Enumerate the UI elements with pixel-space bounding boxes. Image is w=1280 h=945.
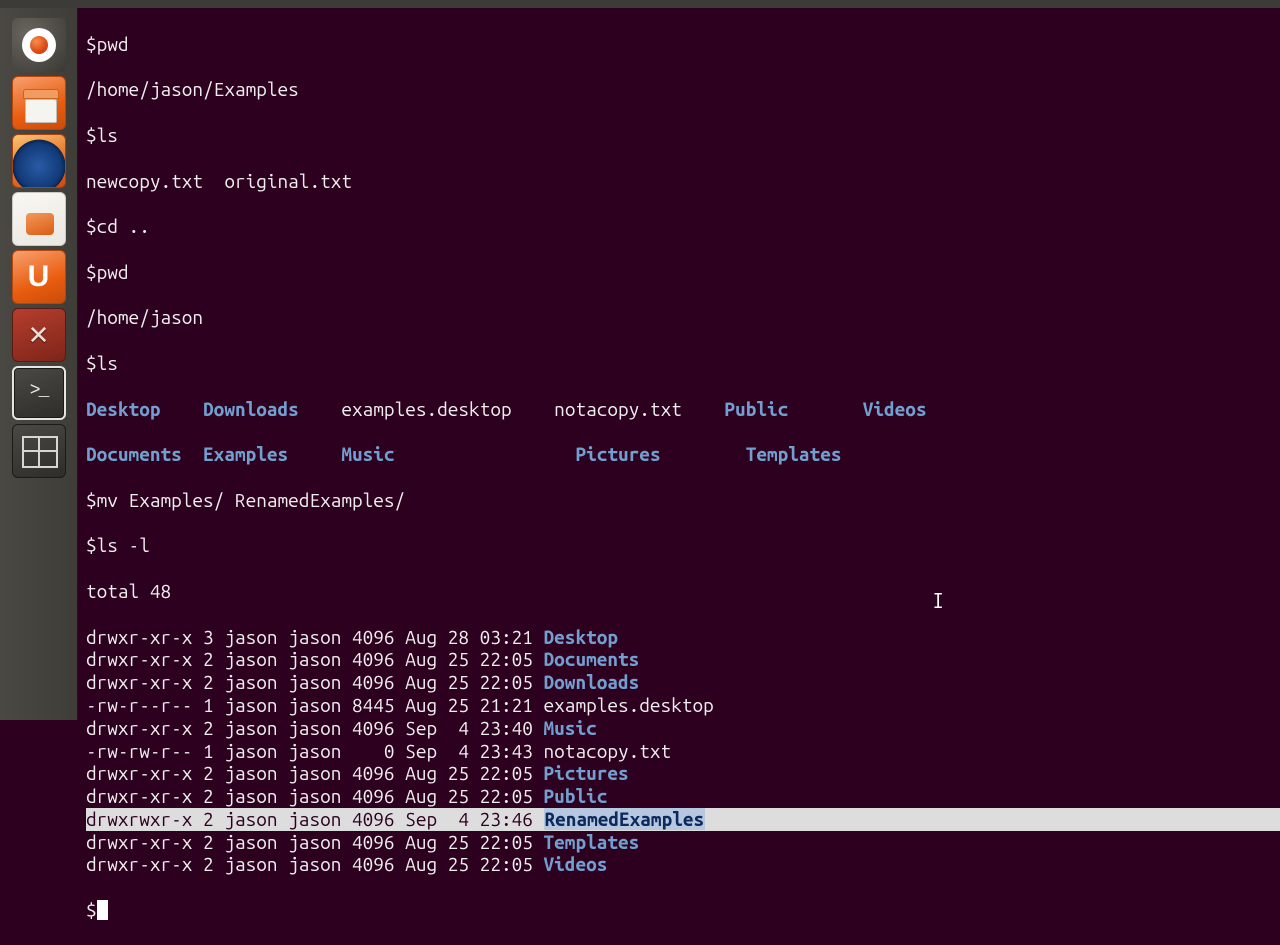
ls-entry: drwxr-xr-x 2 jason jason 4096 Aug 25 22:…	[86, 831, 1280, 854]
dash-icon[interactable]	[12, 18, 66, 72]
block-cursor	[97, 900, 108, 920]
cmd-lsl: $ls -l	[86, 534, 1280, 557]
out-ls: newcopy.txt original.txt	[86, 170, 1280, 193]
firefox-icon[interactable]	[12, 134, 66, 188]
settings-icon[interactable]	[12, 308, 66, 362]
files-icon[interactable]	[12, 76, 66, 130]
text-caret-icon: I	[932, 588, 944, 613]
workspace-switcher-icon[interactable]	[12, 424, 66, 478]
out-pwd: /home/jason/Examples	[86, 78, 1280, 101]
unity-launcher: U	[0, 8, 78, 720]
cmd-mv: $mv Examples/ RenamedExamples/	[86, 489, 1280, 512]
ls-entry: drwxr-xr-x 2 jason jason 4096 Aug 25 22:…	[86, 853, 1280, 876]
top-panel	[0, 0, 1280, 8]
ls-entry: drwxr-xr-x 2 jason jason 4096 Aug 25 22:…	[86, 785, 1280, 808]
terminal-icon[interactable]	[12, 366, 66, 420]
ls-entry: -rw-r--r-- 1 jason jason 8445 Aug 25 21:…	[86, 694, 1280, 717]
ls-entry: drwxr-xr-x 2 jason jason 4096 Sep 4 23:4…	[86, 717, 1280, 740]
cmd-cd: $cd ..	[86, 215, 1280, 238]
prompt-line[interactable]: $	[86, 899, 1280, 922]
cmd-ls: $ls	[86, 124, 1280, 147]
software-center-icon[interactable]	[12, 192, 66, 246]
ls-entry: drwxr-xr-x 2 jason jason 4096 Aug 25 22:…	[86, 671, 1280, 694]
terminal-output[interactable]: $pwd /home/jason/Examples $ls newcopy.tx…	[86, 10, 1280, 720]
cmd-ls2: $ls	[86, 352, 1280, 375]
ls-entry: drwxr-xr-x 2 jason jason 4096 Aug 25 22:…	[86, 762, 1280, 785]
ls-row-2: Documents Examples Music Pictures Templa…	[86, 443, 1280, 466]
out-total: total 48	[86, 580, 1280, 603]
ls-entry-highlighted: drwxrwxr-x 2 jason jason 4096 Sep 4 23:4…	[86, 808, 1280, 831]
ls-long-listing: drwxr-xr-x 3 jason jason 4096 Aug 28 03:…	[86, 626, 1280, 877]
ubuntu-one-icon[interactable]: U	[12, 250, 66, 304]
ls-entry: -rw-rw-r-- 1 jason jason 0 Sep 4 23:43 n…	[86, 740, 1280, 763]
ls-entry: drwxr-xr-x 2 jason jason 4096 Aug 25 22:…	[86, 648, 1280, 671]
ls-row-1: Desktop Downloads examples.desktop notac…	[86, 398, 1280, 421]
cmd-pwd2: $pwd	[86, 261, 1280, 284]
cmd-pwd: $pwd	[86, 33, 1280, 56]
out-pwd2: /home/jason	[86, 306, 1280, 329]
ls-entry: drwxr-xr-x 3 jason jason 4096 Aug 28 03:…	[86, 626, 1280, 649]
